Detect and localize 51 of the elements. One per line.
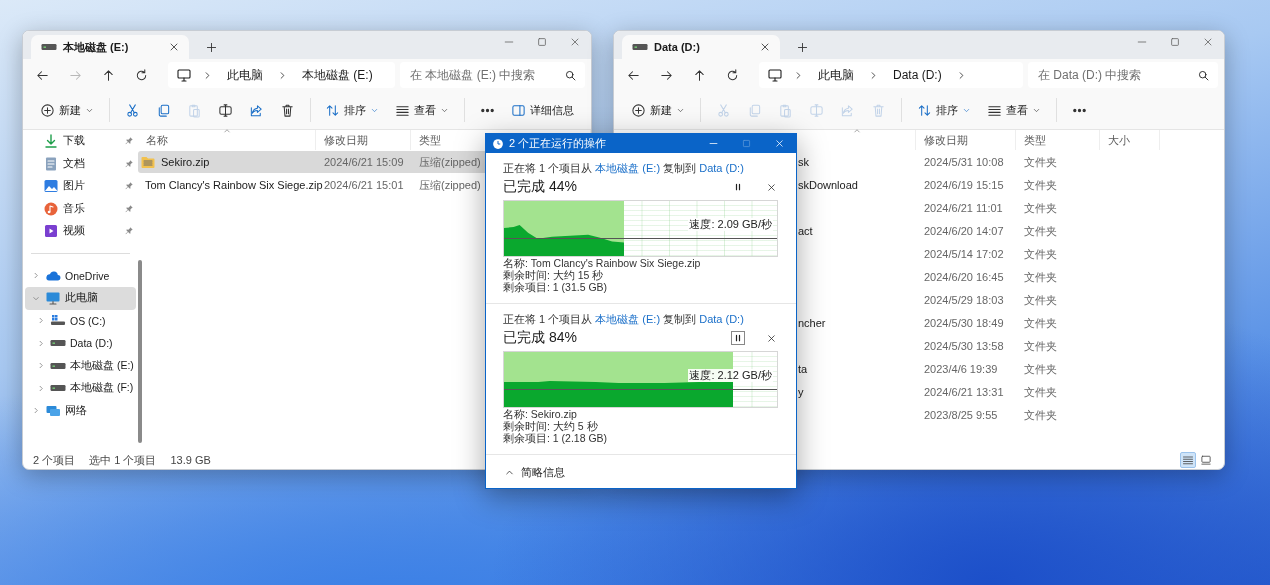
selection-count: 选中 1 个项目 [89,452,157,468]
modified-date: 2024/6/21 15:01 [324,179,404,191]
file-type: 文件夹 [1024,361,1057,377]
time-remaining: 剩余时间: 大约 5 秒 [503,420,599,432]
modified-date: 2024/5/30 13:58 [924,340,1004,352]
modified-date: 2024/6/21 15:09 [324,156,404,168]
file-type: 文件夹 [1024,200,1057,216]
items-remaining: 剩余项目: 1 (2.18 GB) [503,432,609,444]
file-name-label: 名称: Tom Clancy's Rainbow Six Siege.zip [503,257,702,269]
modified-date: 2024/5/31 10:08 [924,156,1004,168]
file-type: 文件夹 [1024,315,1057,331]
file-type: 文件夹 [1024,223,1057,239]
file-name: ncher [798,317,826,329]
file-type: 文件夹 [1024,407,1057,423]
file-name-label: 名称: Sekiro.zip [503,408,578,420]
dialog-title: 2 个正在运行的操作 [509,136,607,151]
selection-size: 13.9 GB [170,454,211,466]
operation-description: 正在将 1 个项目从 本地磁盘 (E:) 复制到 Data (D:) [503,312,745,327]
file-type: 压缩(zipped) [419,154,481,170]
file-name: skDownload [798,179,858,191]
speed-label: 速度: 2.12 GB/秒 [688,368,773,382]
items-remaining: 剩余项目: 1 (31.5 GB) [503,281,609,293]
time-remaining: 剩余时间: 大约 15 秒 [503,269,605,281]
modified-date: 2024/6/20 14:07 [924,225,1004,237]
file-name: ta [798,363,808,375]
file-type: 文件夹 [1024,154,1057,170]
file-type: 文件夹 [1024,384,1057,400]
file-type: 文件夹 [1024,177,1057,193]
modified-date: 2024/6/21 13:31 [924,386,1004,398]
progress-percent: 已完成 44% [503,178,578,196]
modified-date: 2024/6/20 16:45 [924,271,1004,283]
file-type: 文件夹 [1024,246,1057,262]
file-name: sk [798,156,809,168]
modified-date: 2023/4/6 19:39 [924,363,998,375]
progress-percent: 已完成 84% [503,329,578,347]
file-type: 文件夹 [1024,269,1057,285]
file-type: 文件夹 [1024,338,1057,354]
speed-label: 速度: 2.09 GB/秒 [688,217,773,231]
modified-date: 2024/5/14 17:02 [924,248,1004,260]
modified-date: 2024/6/21 11:01 [924,202,1003,214]
modified-date: 2024/6/19 15:15 [924,179,1004,191]
item-count: 2 个项目 [33,452,76,468]
modified-date: 2024/5/30 18:49 [924,317,1004,329]
file-name: y [798,386,804,398]
file-type: 文件夹 [1024,292,1057,308]
file-type: 压缩(zipped) [419,177,481,193]
modified-date: 2024/5/29 18:03 [924,294,1004,306]
file-name: act [798,225,813,237]
modified-date: 2023/8/25 9:55 [924,409,998,421]
file-name: Sekiro.zip [161,156,210,168]
file-name: Tom Clancy's Rainbow Six Siege.zip [145,179,323,191]
